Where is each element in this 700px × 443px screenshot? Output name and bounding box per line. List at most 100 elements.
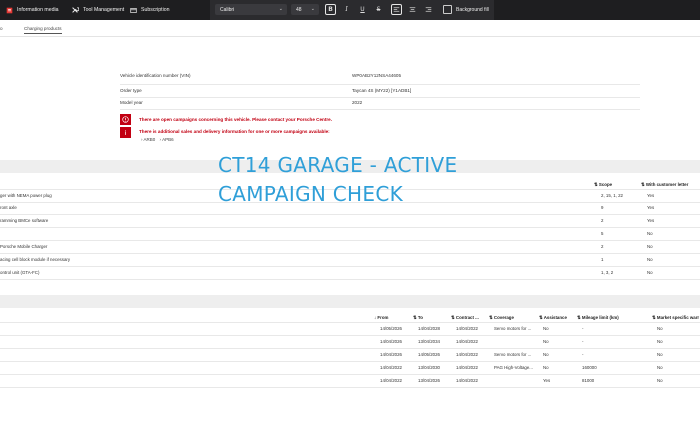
campaign-description: ger with NEMA power plug	[0, 193, 52, 198]
contract-assistance: No	[543, 352, 549, 357]
campaign-scope: 1, 3, 2	[601, 270, 614, 275]
contract-market-warranty: No	[657, 352, 663, 357]
contract-date: 14/04/2022	[456, 339, 478, 344]
nav-tool-management[interactable]: Tool Management	[71, 0, 124, 20]
divider	[0, 214, 700, 215]
divider	[0, 335, 700, 336]
assistance-header[interactable]: ⇅ Assistance	[539, 315, 567, 321]
align-center-icon	[409, 7, 416, 12]
chevron-down-icon: ⌄	[310, 6, 315, 12]
nav-subscription[interactable]: Subscription	[130, 0, 170, 20]
campaign-link-arb0[interactable]: ARB0	[144, 137, 156, 142]
divider	[0, 279, 700, 280]
to-header-label: To	[417, 315, 423, 320]
campaign-letter: Yes	[647, 205, 655, 210]
contract-to: 14/04/2028	[418, 326, 440, 331]
chevron-right-icon: ›	[141, 137, 143, 142]
contract-from: 14/04/2026	[380, 339, 402, 344]
divider	[120, 84, 640, 85]
divider	[0, 322, 700, 323]
scope-header[interactable]: ⇅ Scope	[594, 182, 612, 188]
italic-button[interactable]: I	[341, 4, 352, 15]
campaign-scope: 5	[601, 231, 604, 236]
campaign-links: › ARB0 › APB6	[141, 137, 174, 142]
nav-information-media[interactable]: Information media	[6, 0, 59, 20]
contract-header[interactable]: ⇅ Contract ...	[451, 315, 479, 321]
info-icon	[120, 127, 131, 138]
scope-header-label: Scope	[598, 182, 613, 187]
underline-button[interactable]: U	[357, 4, 368, 15]
contract-market-warranty: No	[657, 378, 663, 383]
warning-icon	[120, 114, 131, 125]
bold-button[interactable]: B	[325, 4, 336, 15]
contract-to: 13/04/2026	[418, 378, 440, 383]
italic-icon: I	[345, 6, 348, 13]
tab-overview[interactable]: o	[0, 26, 3, 31]
font-family-value: Calibri	[220, 6, 235, 13]
divider	[0, 240, 700, 241]
model-year-value: 2022	[352, 100, 363, 105]
campaign-letter: No	[647, 270, 653, 275]
contract-date: 14/04/2022	[456, 352, 478, 357]
divider	[0, 253, 700, 254]
align-center-button[interactable]	[407, 4, 418, 15]
coverage-header-label: Coverage	[493, 315, 514, 320]
order-type-value: Taycan 4S (MY22) [Y1ADB1]	[352, 88, 412, 93]
market-warranty-header[interactable]: ⇅ Market specific warr	[652, 315, 699, 321]
coverage-header[interactable]: ⇅ Coverage	[489, 315, 514, 321]
campaign-description: Porsche Mobile Charger	[0, 244, 48, 249]
campaign-scope: 2, 15, 1, 22	[601, 193, 623, 198]
divider	[120, 109, 640, 110]
vin-value: WP0AB2Y12NSA44605	[352, 73, 402, 78]
contract-coverage: Servo motors for ...	[494, 326, 532, 331]
contract-from: 14/04/2026	[380, 352, 402, 357]
from-header[interactable]: ↓ From	[374, 315, 388, 320]
mileage-limit-header-label: Mileage limit (km)	[581, 315, 619, 320]
contract-assistance: Yes	[543, 378, 551, 383]
campaign-link-apb6[interactable]: APB6	[162, 137, 174, 142]
contract-market-warranty: No	[657, 339, 663, 344]
align-right-button[interactable]	[423, 4, 434, 15]
contract-header-label: Contract ...	[455, 315, 479, 320]
campaign-description: acing cell block module if necessary	[0, 257, 71, 262]
tab-charging-products[interactable]: Charging products	[24, 26, 62, 34]
campaign-scope: 2	[601, 244, 604, 249]
contract-assistance: No	[543, 365, 549, 370]
contract-market-warranty: No	[657, 326, 663, 331]
contract-to: 13/04/2034	[418, 339, 440, 344]
font-size-select[interactable]: 48 ⌄	[291, 4, 319, 15]
tools-icon	[72, 7, 79, 13]
strikethrough-icon: S	[376, 6, 381, 13]
contract-mileage: 81000	[582, 378, 595, 383]
background-fill-toggle[interactable]: Background fill	[443, 5, 489, 14]
contract-from: 14/04/2022	[380, 378, 402, 383]
align-left-button[interactable]	[391, 4, 402, 15]
campaign-description: ontrol unit (GTA-FC)	[0, 270, 40, 275]
mileage-limit-header[interactable]: ⇅ Mileage limit (km)	[577, 315, 619, 321]
contract-mileage: -	[582, 326, 584, 331]
nav-subscription-label: Subscription	[141, 7, 170, 13]
market-warranty-header-label: Market specific warr	[656, 315, 700, 320]
contracts-section-band	[0, 295, 700, 308]
contract-date: 14/04/2022	[456, 365, 478, 370]
to-header[interactable]: ⇅ To	[413, 315, 423, 321]
font-size-value: 48	[296, 6, 302, 13]
contract-mileage: -	[582, 339, 584, 344]
contract-from: 14/05/2026	[380, 326, 402, 331]
customer-letter-header[interactable]: ⇅ With customer letter	[641, 182, 688, 188]
contract-to: 13/04/2030	[418, 365, 440, 370]
background-fill-label: Background fill	[456, 6, 489, 13]
strikethrough-button[interactable]: S	[373, 4, 384, 15]
from-header-label: From	[377, 315, 389, 320]
font-family-select[interactable]: Calibri ⌄	[215, 4, 287, 15]
campaign-letter: Yes	[647, 193, 655, 198]
contract-to: 14/05/2026	[418, 352, 440, 357]
contract-assistance: No	[543, 339, 549, 344]
contract-date: 14/04/2022	[456, 378, 478, 383]
nav-information-media-label: Information media	[17, 7, 59, 13]
overlay-title-line1: CT14 GARAGE - ACTIVE	[218, 153, 458, 177]
background-fill-checkbox[interactable]	[443, 5, 452, 14]
contract-from: 14/04/2022	[380, 365, 402, 370]
campaign-description: ront axle	[0, 205, 17, 210]
campaign-scope: 9	[601, 205, 604, 210]
